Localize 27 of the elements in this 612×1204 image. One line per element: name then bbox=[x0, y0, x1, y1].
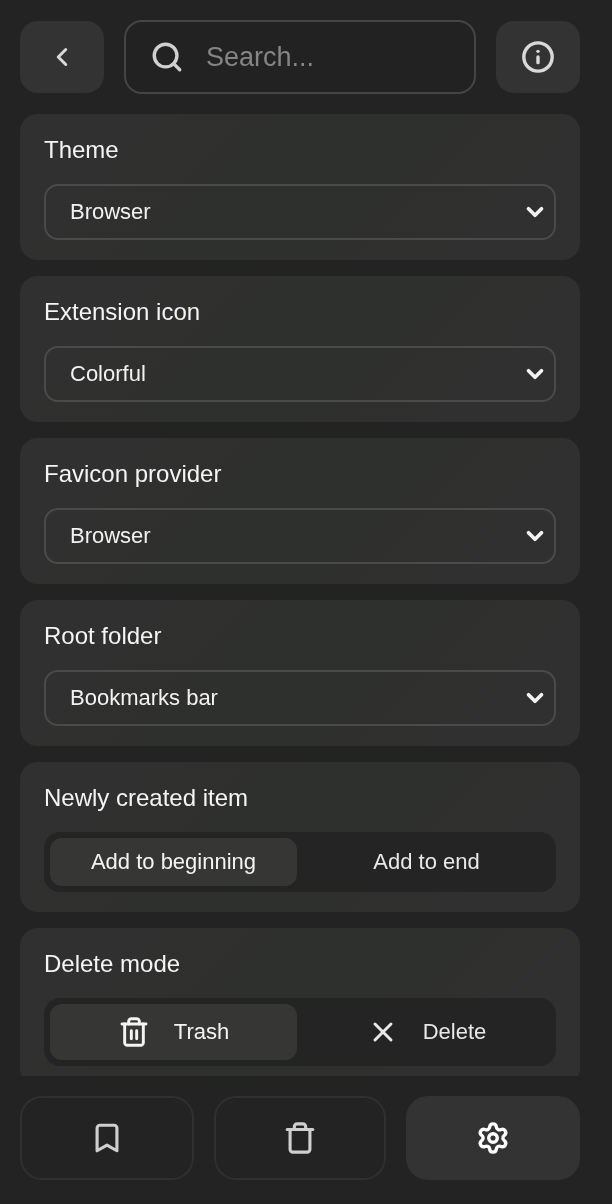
segment-option[interactable]: Add to end bbox=[303, 838, 550, 886]
info-icon bbox=[521, 40, 555, 74]
segment-option[interactable]: Add to beginning bbox=[50, 838, 297, 886]
search-icon bbox=[150, 40, 184, 74]
search-field[interactable]: Search... bbox=[124, 20, 476, 94]
settings-tab[interactable] bbox=[406, 1096, 580, 1180]
setting-label: Theme bbox=[44, 136, 119, 164]
trash-tab[interactable] bbox=[214, 1096, 386, 1180]
setting-label: Newly created item bbox=[44, 784, 249, 812]
dropdown[interactable]: Browser bbox=[44, 184, 556, 240]
setting-label: Delete mode bbox=[44, 950, 181, 978]
dropdown-value: Browser bbox=[70, 523, 151, 549]
info-button[interactable] bbox=[496, 21, 580, 93]
dropdown-value: Colorful bbox=[70, 361, 146, 387]
trash-icon bbox=[283, 1121, 317, 1155]
dropdown[interactable]: Bookmarks bar bbox=[44, 670, 556, 726]
setting-label: Root folder bbox=[44, 622, 162, 650]
setting-label: Favicon provider bbox=[44, 460, 222, 488]
setting-label: Extension icon bbox=[44, 298, 201, 326]
dropdown[interactable]: Browser bbox=[44, 508, 556, 564]
bookmarks-tab[interactable] bbox=[20, 1096, 194, 1180]
settings-icon bbox=[476, 1121, 510, 1155]
dropdown-value: Bookmarks bar bbox=[70, 685, 218, 711]
dropdown-value: Browser bbox=[70, 199, 151, 225]
segment-option[interactable]: Delete bbox=[303, 1004, 550, 1060]
dropdown[interactable]: Colorful bbox=[44, 346, 556, 402]
segment-option[interactable]: Trash bbox=[50, 1004, 297, 1060]
